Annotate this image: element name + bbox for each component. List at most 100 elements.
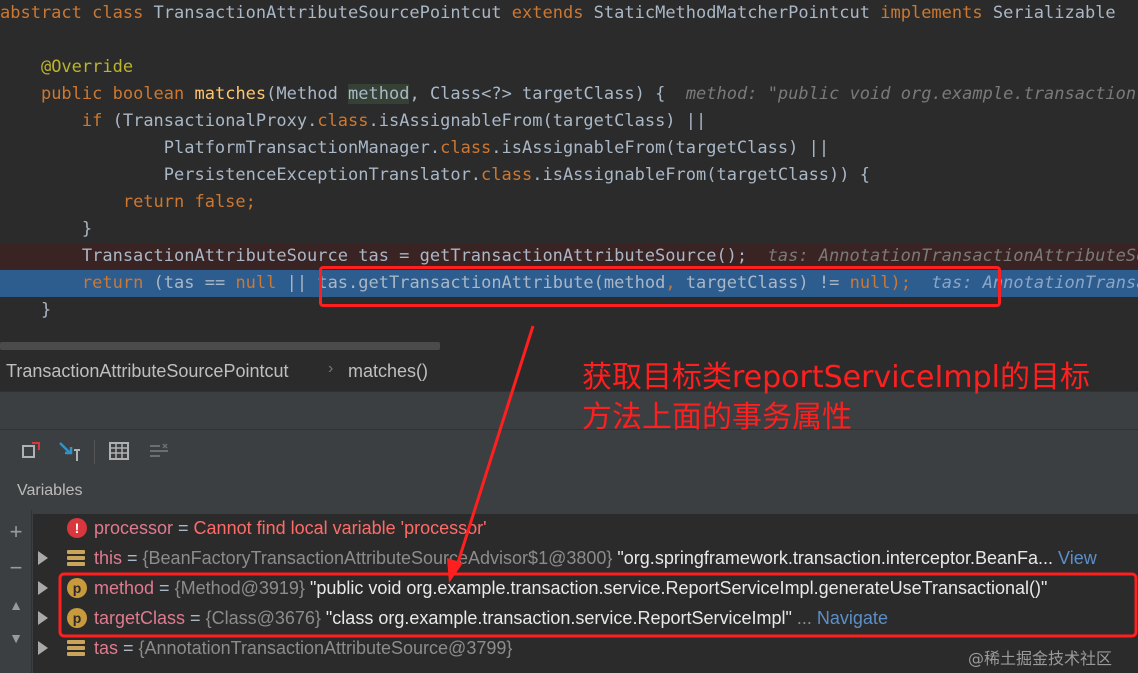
variable-value: "org.springframework.transaction.interce… [617, 548, 1054, 568]
variable-equals: = [118, 638, 139, 658]
variable-error-message: Cannot find local variable 'processor' [193, 518, 487, 538]
code-token: implements [880, 3, 993, 23]
restore-layout-icon[interactable] [18, 438, 44, 464]
code-token: } [0, 219, 93, 239]
code-line[interactable] [0, 27, 1138, 54]
parameter-icon: p [67, 608, 87, 628]
inline-debug-value: tas: AnnotationTransactionAttributeSourc… [767, 246, 1138, 266]
variable-equals: = [185, 608, 206, 628]
code-editor[interactable]: abstract class TransactionAttributeSourc… [0, 0, 1138, 340]
variable-link[interactable]: View [1053, 548, 1097, 568]
code-line[interactable]: return false; [0, 189, 1138, 216]
code-token: public [40, 84, 113, 104]
code-token: .isAssignableFrom(targetClass) || [491, 138, 830, 158]
variables-title: Variables [17, 482, 83, 499]
code-line[interactable]: abstract class TransactionAttributeSourc… [0, 0, 1138, 27]
evaluate-table-icon[interactable] [106, 438, 132, 464]
code-token: TransactionAttributeSource tas = getTran… [0, 246, 768, 266]
code-line[interactable]: @Override [0, 54, 1138, 81]
move-up-icon[interactable]: ▲ [6, 595, 26, 615]
annotation-line-2: 方法上面的事务属性 [582, 400, 852, 435]
code-token: class [481, 165, 533, 185]
code-token: return false [122, 192, 246, 212]
code-token: class [317, 111, 369, 131]
expand-arrow-icon[interactable] [38, 551, 48, 565]
variable-name: this [94, 548, 123, 568]
code-line[interactable]: PlatformTransactionManager.class.isAssig… [0, 135, 1138, 162]
breadcrumb-method[interactable]: matches() [348, 361, 428, 382]
variable-row-targetClass[interactable]: p targetClass = {Class@3676} "class org.e… [33, 604, 1138, 634]
code-line[interactable]: PersistenceExceptionTranslator.class.isA… [0, 162, 1138, 189]
variable-reference: {Class@3676} [205, 608, 326, 628]
code-token: @Override [40, 57, 134, 77]
code-line[interactable]: public boolean matches(Method method, Cl… [0, 81, 1138, 108]
variable-text: this = {BeanFactoryTransactionAttributeS… [94, 548, 1097, 569]
expand-arrow-icon[interactable] [38, 641, 48, 655]
code-token: .isAssignableFrom(targetClass) || [368, 111, 707, 131]
code-token: return [81, 273, 154, 293]
field-list-icon [67, 638, 87, 658]
code-token: abstract [0, 3, 93, 23]
settings-list-icon[interactable] [146, 438, 172, 464]
variables-side-toolbar: + − ▲ ▼ [0, 510, 32, 673]
code-token: .isAssignableFrom(targetClass)) { [532, 165, 870, 185]
parameter-icon: p [67, 578, 87, 598]
variable-name: method [94, 578, 155, 598]
variable-name: processor [94, 518, 174, 538]
scrollbar-thumb[interactable] [0, 342, 440, 350]
move-down-icon[interactable]: ▼ [6, 628, 26, 648]
variable-text: processor = Cannot find local variable '… [94, 518, 487, 539]
code-line[interactable]: } [0, 216, 1138, 243]
code-token: , Class<?> targetClass) { [409, 84, 686, 104]
inline-debug-value: method: "public void org.example.transac… [685, 84, 1138, 104]
code-token: matches [194, 84, 267, 104]
code-token: class [92, 3, 154, 23]
code-token: null [235, 273, 287, 293]
expand-arrow-icon[interactable] [38, 611, 48, 625]
code-token: Serializable [992, 3, 1116, 23]
variable-value: "class org.example.transaction.service.R… [325, 608, 792, 628]
variable-row-this[interactable]: this = {BeanFactoryTransactionAttributeS… [33, 544, 1138, 574]
variable-name: targetClass [94, 608, 186, 628]
variable-row-processor[interactable]: ! processor = Cannot find local variable … [33, 514, 1138, 544]
code-token: (TransactionalProxy. [112, 111, 318, 131]
variable-reference: {Method@3919} [174, 578, 310, 598]
code-token: ; [245, 192, 256, 212]
highlight-box-return-expression [319, 266, 1001, 307]
variable-row-method[interactable]: p method = {Method@3919} "public void org… [33, 574, 1138, 604]
breadcrumb-class[interactable]: TransactionAttributeSourcePointcut [6, 361, 288, 382]
variable-ellipsis: ... [791, 608, 817, 628]
code-token: boolean [112, 84, 195, 104]
variable-equals: = [154, 578, 175, 598]
add-watch-button[interactable]: + [6, 521, 26, 543]
variable-value: "public void org.example.transaction.ser… [309, 578, 1048, 598]
step-into-icon[interactable] [56, 438, 82, 464]
annotation-line-1: 获取目标类reportServiceImpl的目标 [582, 360, 1090, 395]
remove-watch-button[interactable]: − [6, 557, 26, 579]
code-token: extends [511, 3, 594, 23]
expand-arrow-icon[interactable] [38, 581, 48, 595]
watermark: @稀土掘金技术社区 [968, 649, 1113, 668]
code-token: PlatformTransactionManager. [0, 138, 441, 158]
variable-reference: {BeanFactoryTransactionAttributeSourceAd… [142, 548, 618, 568]
annotation-text: 获取目标类reportServiceImpl的目标 方法上面的事务属性 [582, 358, 1132, 438]
code-token: if [81, 111, 113, 131]
code-token: method [348, 84, 410, 104]
variable-link[interactable]: Navigate [817, 608, 888, 628]
code-token: } [0, 300, 52, 320]
breadcrumb-separator-icon: › [328, 360, 334, 377]
code-token: TransactionAttributeSourcePointcut [153, 3, 512, 23]
field-list-icon [67, 548, 87, 568]
code-token: class [440, 138, 492, 158]
variable-reference: {AnnotationTransactionAttributeSource@37… [138, 638, 513, 658]
code-token: StaticMethodMatcherPointcut [593, 3, 881, 23]
code-line[interactable]: if (TransactionalProxy.class.isAssignabl… [0, 108, 1138, 135]
toolbar-separator [94, 440, 95, 464]
code-token: PersistenceExceptionTranslator. [0, 165, 482, 185]
editor-horizontal-scrollbar[interactable] [0, 340, 1138, 352]
